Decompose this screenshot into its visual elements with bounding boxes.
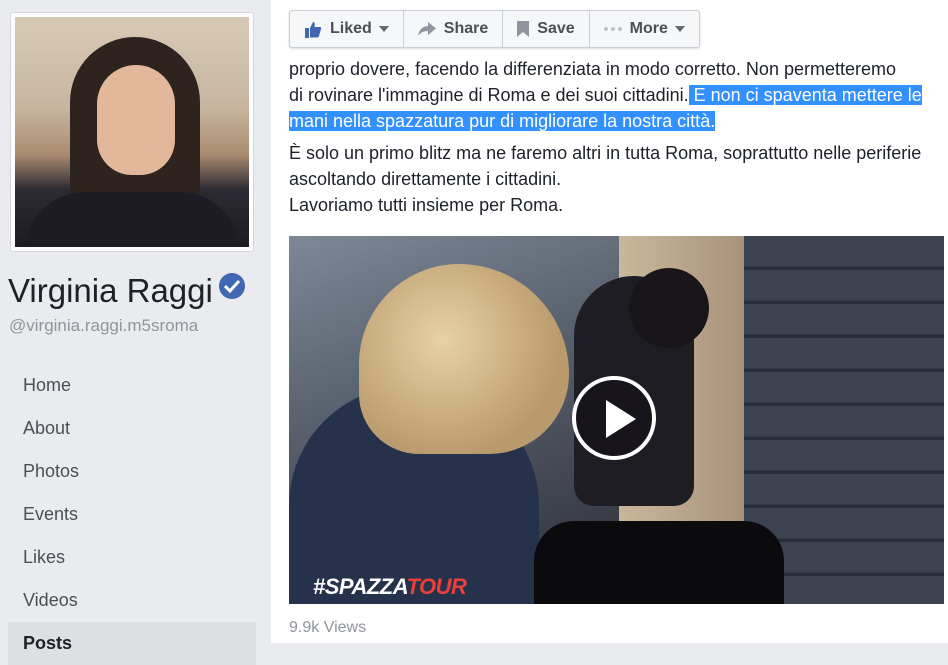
share-label: Share [443,20,489,37]
post-text-plain: di rovinare l'immagine di Roma e dei suo… [289,85,689,105]
page-name-text: Virginia Raggi [8,272,213,309]
verified-badge-icon [218,273,245,299]
nav-item-home[interactable]: Home [8,364,256,407]
post-text-para2: È solo un primo blitz ma ne faremo altri… [289,143,922,189]
post-body: proprio dovere, facendo la differenziata… [289,56,929,224]
post-paragraph-2: È solo un primo blitz ma ne faremo altri… [289,140,929,218]
page-action-bar: Liked Share Save More [289,10,700,48]
share-button[interactable]: Share [404,11,504,47]
liked-button[interactable]: Liked [290,11,404,47]
save-label: Save [537,20,575,37]
chevron-down-icon [674,26,685,32]
post-text-para3: Lavoriamo tutti insieme per Roma. [289,195,564,215]
video-watermark-word: TOUR [406,574,467,599]
video-player[interactable]: #SPAZZATOUR [289,236,944,604]
profile-image [15,17,249,247]
page-username: @virginia.raggi.m5sroma [9,316,199,335]
nav-item-posts[interactable]: Posts [8,622,256,665]
page-nav: Home About Photos Events Likes Videos Po… [8,364,256,665]
video-watermark: #SPAZZATOUR [313,574,467,600]
save-button[interactable]: Save [503,11,590,47]
nav-item-likes[interactable]: Likes [8,536,256,579]
post-text-line: proprio dovere, facendo la differenziata… [289,59,896,79]
video-watermark-hashtag: #SPAZZA [313,574,407,599]
left-column: Virginia Raggi @virginia.raggi.m5sroma H… [0,0,270,665]
thumbs-up-icon [304,21,322,38]
chevron-down-icon [378,26,389,32]
more-button[interactable]: More [590,11,699,47]
nav-item-events[interactable]: Events [8,493,256,536]
ellipsis-icon [603,27,622,31]
bookmark-icon [517,21,530,37]
view-count: 9.9k Views [289,619,367,636]
share-arrow-icon [417,22,436,36]
play-button-icon[interactable] [572,376,656,460]
nav-item-photos[interactable]: Photos [8,450,256,493]
nav-item-videos[interactable]: Videos [8,579,256,622]
more-label: More [629,20,668,37]
liked-label: Liked [330,20,372,37]
page-title[interactable]: Virginia Raggi [8,272,245,310]
profile-picture[interactable] [10,12,254,252]
post-paragraph-1: proprio dovere, facendo la differenziata… [289,56,929,134]
nav-item-about[interactable]: About [8,407,256,450]
